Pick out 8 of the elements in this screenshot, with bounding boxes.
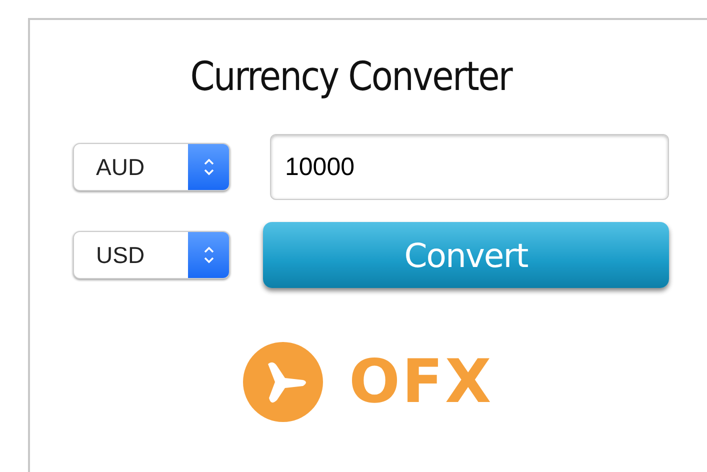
chevron-updown-icon xyxy=(202,245,214,265)
amount-field[interactable]: 10000 xyxy=(270,134,669,200)
page-title: Currency Converter xyxy=(189,54,514,100)
logo-icon xyxy=(243,342,323,422)
currency-select[interactable]: USD xyxy=(73,231,230,279)
chevron-updown-icon xyxy=(202,157,214,177)
currency-select[interactable]: AUD xyxy=(73,143,230,191)
logo-text: OFX xyxy=(349,347,494,417)
